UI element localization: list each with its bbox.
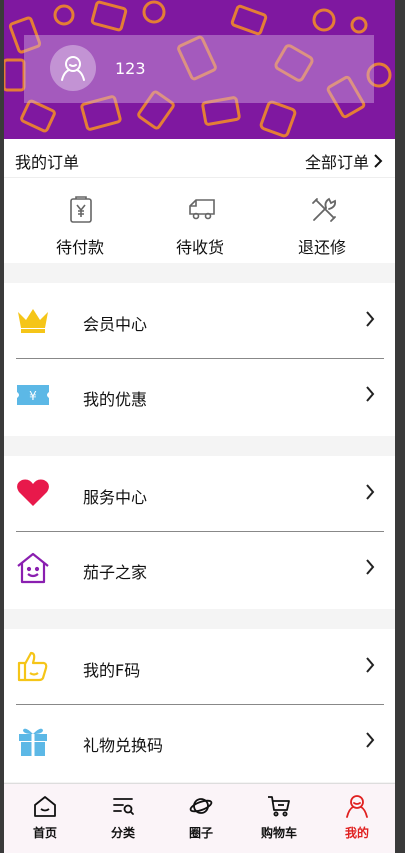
menu-item-member-center[interactable]: 会员中心 — [4, 283, 395, 358]
bottom-tab-bar: 首页 分类 圈子 购物车 我的 — [4, 783, 395, 853]
heart-icon — [16, 476, 50, 510]
chevron-right-icon — [366, 732, 375, 748]
chevron-right-icon — [366, 657, 375, 673]
tools-icon — [312, 197, 337, 222]
chevron-right-icon — [366, 311, 375, 327]
user-face-icon — [61, 56, 85, 81]
cart-icon — [268, 796, 290, 817]
chevron-right-icon — [366, 386, 375, 402]
orders-title: 我的订单 — [15, 153, 80, 172]
tab-circle-label: 圈子 — [188, 826, 213, 840]
profile-banner: 123 — [4, 0, 395, 139]
service-center-label: 服务中心 — [83, 488, 148, 507]
home-icon — [34, 796, 56, 817]
order-pending-payment[interactable]: 待付款 — [20, 178, 140, 263]
menu-item-my-coupons[interactable]: ¥ 我的优惠 — [4, 358, 395, 433]
order-pending-receipt[interactable]: 待收货 — [140, 178, 260, 263]
all-orders-link[interactable]: 全部订单 — [305, 149, 383, 173]
truck-icon — [189, 199, 215, 220]
category-icon — [113, 798, 134, 815]
member-center-label: 会员中心 — [83, 315, 148, 334]
chevron-right-icon — [366, 484, 375, 500]
thumbs-up-icon — [16, 649, 50, 683]
user-icon — [346, 795, 368, 818]
crown-icon — [16, 303, 50, 337]
home-label: 茄子之家 — [83, 563, 148, 582]
menu-item-service-center[interactable]: 服务中心 — [4, 456, 395, 531]
tab-cart-label: 购物车 — [260, 826, 297, 840]
my-fcode-label: 我的F码 — [83, 661, 141, 680]
order-pending-payment-label: 待付款 — [55, 238, 104, 257]
menu-group-membership: 会员中心 ¥ 我的优惠 — [4, 283, 395, 436]
gift-icon — [16, 724, 50, 758]
app-frame: 123 我的订单 全部订单 待付款 待收货 退还修 会员中心 ¥ 我的优惠 服务… — [4, 0, 395, 853]
order-status-row: 待付款 待收货 退还修 — [4, 178, 395, 263]
order-return-repair[interactable]: 退还修 — [262, 178, 382, 263]
tab-category[interactable]: 分类 — [84, 784, 162, 853]
tab-circle[interactable]: 圈子 — [162, 784, 240, 853]
menu-item-my-fcode[interactable]: 我的F码 — [4, 629, 395, 704]
chevron-right-icon — [366, 559, 375, 575]
menu-item-home[interactable]: 茄子之家 — [4, 531, 395, 606]
menu-group-codes: 我的F码 礼物兑换码 — [4, 629, 395, 782]
menu-item-gift-code[interactable]: 礼物兑换码 — [4, 704, 395, 779]
home-smile-icon — [16, 551, 50, 585]
order-return-repair-label: 退还修 — [297, 238, 346, 257]
tab-home[interactable]: 首页 — [6, 784, 84, 853]
ticket-icon: ¥ — [16, 378, 50, 412]
chevron-right-icon — [374, 154, 383, 168]
my-coupons-label: 我的优惠 — [83, 390, 148, 409]
tab-mine[interactable]: 我的 — [318, 784, 395, 853]
svg-text:¥: ¥ — [29, 389, 37, 403]
yen-receipt-icon — [70, 196, 92, 223]
order-pending-receipt-label: 待收货 — [175, 238, 224, 257]
tab-home-label: 首页 — [32, 826, 57, 840]
menu-group-service: 服务中心 茄子之家 — [4, 456, 395, 609]
tab-mine-label: 我的 — [344, 826, 369, 840]
avatar[interactable] — [50, 45, 96, 91]
gift-code-label: 礼物兑换码 — [83, 736, 164, 755]
username: 123 — [115, 59, 146, 78]
tab-category-label: 分类 — [110, 826, 135, 840]
all-orders-label: 全部订单 — [304, 153, 369, 172]
tab-cart[interactable]: 购物车 — [240, 784, 318, 853]
planet-icon — [189, 798, 213, 814]
profile-card[interactable]: 123 — [24, 35, 374, 103]
orders-header: 我的订单 全部订单 — [4, 139, 395, 178]
